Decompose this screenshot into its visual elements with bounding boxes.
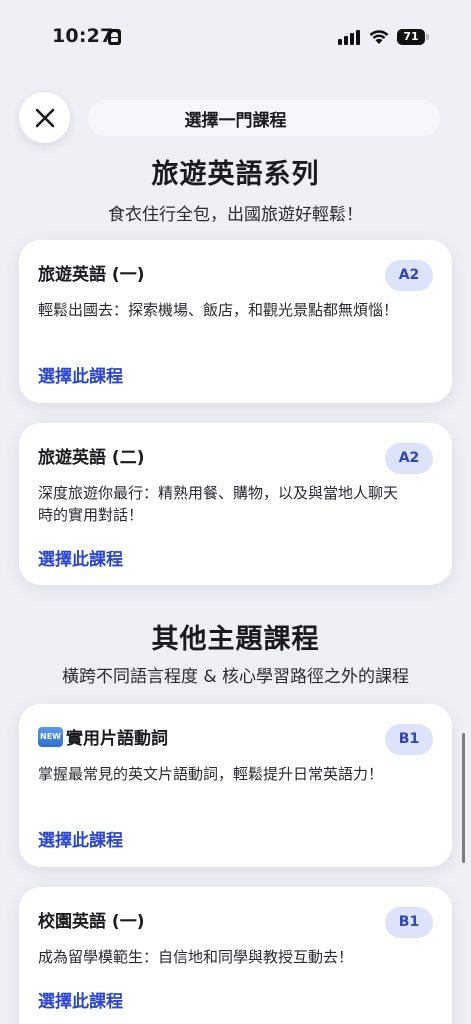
level-badge: B1 (385, 907, 433, 938)
course-card[interactable]: 旅遊英語 (一) A2 輕鬆出國去：探索機場、飯店，和觀光景點都無煩惱！ 選擇此… (19, 240, 452, 403)
course-title: 校園英語 (一) (38, 912, 145, 932)
new-badge-icon: NEW (38, 726, 63, 747)
course-picker-screen: 10:27 71 選擇一門課程 旅遊英語系列 食衣住行全包，出國旅遊好輕鬆！ 旅… (0, 0, 471, 1024)
course-card[interactable]: 旅遊英語 (二) A2 深度旅遊你最行：精熟用餐、購物，以及與當地人聊天時的實用… (19, 423, 452, 585)
course-title: NEW 實用片語動詞 (38, 724, 168, 749)
battery-cap (426, 34, 429, 40)
course-card[interactable]: 校園英語 (一) B1 成為留學模範生：自信地和同學與教授互動去！ 選擇此課程 (19, 887, 452, 1024)
select-course-link[interactable]: 選擇此課程 (38, 826, 123, 851)
select-course-link[interactable]: 選擇此課程 (38, 362, 123, 387)
status-bar: 10:27 71 (0, 0, 471, 74)
course-card[interactable]: NEW 實用片語動詞 B1 掌握最常見的英文片語動詞，輕鬆提升日常英語力！ 選擇… (19, 704, 452, 867)
page-title: 選擇一門課程 (184, 111, 287, 131)
scrollbar-thumb[interactable] (462, 733, 465, 863)
cellular-signal-icon (338, 30, 360, 45)
level-badge: A2 (385, 260, 433, 291)
status-time: 10:27 (52, 25, 114, 47)
section-subtitle-other: 橫跨不同語言程度 & 核心學習路徑之外的課程 (61, 667, 410, 687)
level-badge: A2 (385, 443, 433, 474)
course-description: 成為留學模範生：自信地和同學與教授互動去！ (38, 948, 354, 966)
course-description: 深度旅遊你最行：精熟用餐、購物，以及與當地人聊天時的實用對話！ (38, 484, 399, 524)
select-course-link[interactable]: 選擇此課程 (38, 545, 123, 570)
course-description: 掌握最常見的英文片語動詞，輕鬆提升日常英語力！ (38, 765, 384, 783)
course-title: 旅遊英語 (一) (38, 265, 145, 285)
select-course-link[interactable]: 選擇此課程 (38, 987, 123, 1012)
battery-icon: 71 (397, 29, 425, 45)
course-title: 旅遊英語 (二) (38, 448, 145, 468)
level-badge: B1 (385, 724, 433, 755)
section-title-travel: 旅遊英語系列 (151, 159, 320, 190)
section-subtitle-travel: 食衣住行全包，出國旅遊好輕鬆！ (108, 205, 363, 225)
wifi-icon (369, 30, 389, 44)
course-description: 輕鬆出國去：探索機場、飯店，和觀光景點都無煩惱！ (38, 301, 399, 319)
focus-mode-icon (108, 29, 121, 45)
section-title-other: 其他主題課程 (151, 624, 320, 655)
